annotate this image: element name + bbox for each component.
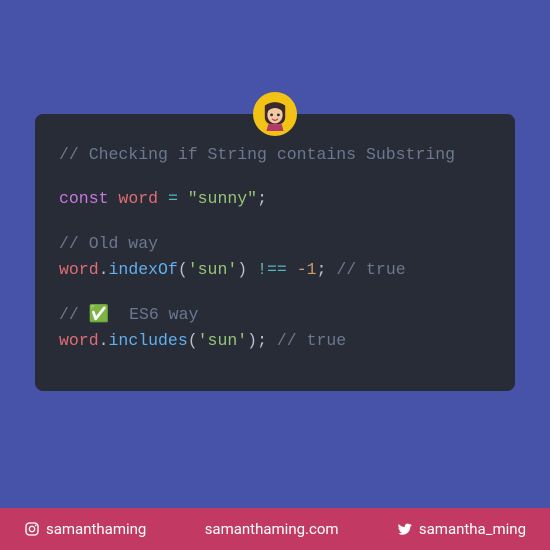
- avatar-circle: [253, 92, 297, 136]
- footer-twitter[interactable]: samantha_ming: [397, 520, 526, 538]
- footer-instagram-label: samanthaming: [46, 520, 146, 538]
- footer-bar: samanthaming samanthaming.com samantha_m…: [0, 508, 550, 550]
- code-snippet: // Checking if String contains Substring…: [35, 114, 515, 391]
- comment-old-way: // Old way: [59, 233, 491, 255]
- line-const: const word = "sunny";: [59, 188, 491, 210]
- footer-website[interactable]: samanthaming.com: [205, 520, 339, 538]
- avatar-face-icon: [258, 97, 292, 131]
- comment-title: // Checking if String contains Substring: [59, 144, 491, 166]
- instagram-icon: [24, 521, 40, 537]
- line-indexof: word.indexOf('sun') !== -1; // true: [59, 259, 491, 281]
- line-includes: word.includes('sun'); // true: [59, 330, 491, 352]
- footer-twitter-label: samantha_ming: [419, 520, 526, 538]
- footer-instagram[interactable]: samanthaming: [24, 520, 146, 538]
- avatar: [253, 92, 297, 136]
- twitter-icon: [397, 521, 413, 537]
- comment-es6-way: // ✅ ES6 way: [59, 303, 491, 326]
- footer-website-label: samanthaming.com: [205, 520, 339, 538]
